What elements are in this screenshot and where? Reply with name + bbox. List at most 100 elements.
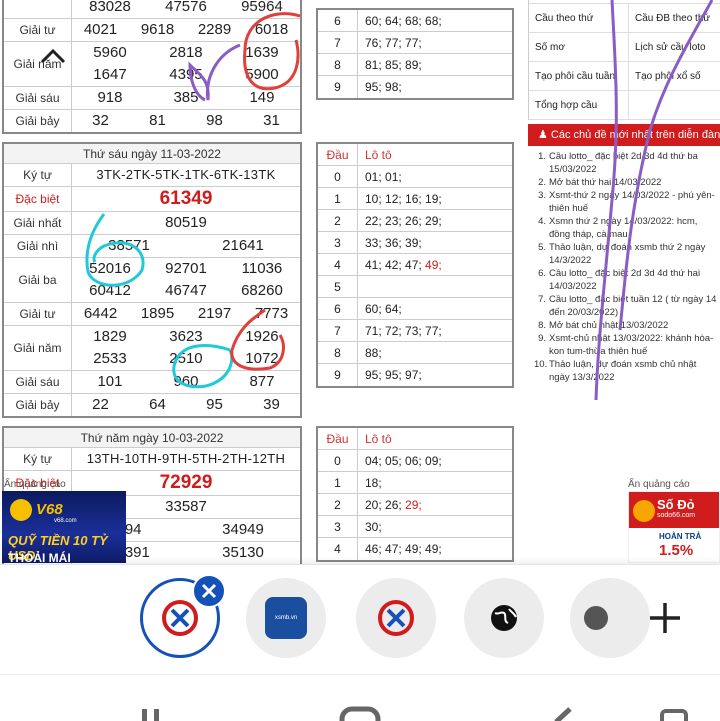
prize-number: 47576 — [165, 0, 207, 15]
link-cau-theo-thu[interactable]: Cầu theo thứ — [529, 13, 628, 24]
table-row: 4 41; 42; 47; 49; — [318, 254, 512, 276]
back-icon[interactable] — [554, 707, 572, 721]
prize-number: 32 — [92, 112, 109, 129]
link-lich-su-cau-loto[interactable]: Lịch sử cầu loto — [628, 33, 720, 61]
list-item[interactable]: 3. Xsmt-thứ 2 ngày 14/03/2022 - phú yên-t… — [534, 189, 720, 215]
prize-number: 960 — [173, 373, 199, 390]
prize-number: 22 — [92, 396, 109, 413]
link-tao-phoi-xo-so[interactable]: Tạo phôi xổ số — [628, 62, 720, 90]
forum-latest-topics: ♟ Các chủ đề mới nhất trên diễn đàn 1. Cầ… — [528, 124, 720, 384]
prize-number: 11036 — [241, 260, 283, 277]
hide-ad-link-right[interactable]: Ẩn quảng cáo — [628, 479, 690, 490]
ad-banner-left[interactable]: V68 v68.com QUỸ TIỀN 10 TỶ USD THOẢI MÁI — [2, 491, 126, 563]
prize-number: 9618 — [140, 21, 175, 38]
tab-5[interactable] — [570, 578, 650, 658]
list-item[interactable]: 1. Cầu lotto_ đặc biệt 2d 3d 4d thứ ba 15… — [534, 150, 720, 176]
tab-3[interactable] — [356, 578, 436, 658]
prize-number: 34949 — [222, 521, 264, 538]
link-cau-db-theo-thu[interactable]: Cầu ĐB theo thứ — [628, 4, 720, 32]
close-tab-button[interactable] — [192, 574, 226, 608]
list-item[interactable]: 7. Cầu lotto_ đặc biệt tuần 12 ( từ ngày … — [534, 293, 720, 319]
table-row: 2 20; 26; 29; — [318, 494, 512, 516]
list-item[interactable]: 10. Thảo luận, dự đoán xsmb chủ nhật ngày… — [534, 358, 720, 384]
table-row: 1 10; 12; 16; 19; — [318, 188, 512, 210]
coin-logo-icon — [10, 499, 32, 521]
prize-number: 95 — [206, 396, 223, 413]
list-item[interactable]: 2. Mở bát thứ hai 14/03/2022 — [534, 176, 720, 189]
list-item[interactable]: 6. Cầu lotto_ đặc biệt 2d 3d 4d thứ hai 1… — [534, 267, 720, 293]
table-caption: Thứ năm ngày 10-03-2022 — [4, 428, 300, 448]
link-tao-phoi-cau-tuan[interactable]: Tạo phôi cầu tuần — [529, 71, 628, 82]
prize-label: Giải bảy — [4, 394, 72, 416]
hide-ad-link-left[interactable]: Ẩn quảng cáo — [4, 479, 66, 490]
table-row: 8 88; — [318, 342, 512, 364]
prize-number: 21641 — [222, 237, 264, 254]
brand-logo-icon — [633, 500, 655, 522]
loto-header: Đầu Lô tô — [318, 428, 512, 450]
prize-number: 92701 — [165, 260, 207, 277]
table-row: 9 95; 98; — [318, 76, 512, 98]
home-icon[interactable] — [339, 706, 381, 721]
special-prize-number: 61349 — [159, 188, 213, 209]
prize-label: Giải nhất — [4, 212, 72, 234]
link-tong-hop-cau[interactable]: Tổng hợp cầu — [529, 100, 628, 111]
list-item[interactable]: 9. Xsmt-chủ nhật 13/03/2022: khánh hòa-ko… — [534, 332, 720, 358]
prize-number: 52016 — [89, 260, 131, 277]
table-row: 6 60; 64; — [318, 298, 512, 320]
prize-number: 39 — [263, 396, 280, 413]
tab-2[interactable]: xsmb.vn — [246, 578, 326, 658]
topic-list: 1. Cầu lotto_ đặc biệt 2d 3d 4d thứ ba 15… — [528, 146, 720, 384]
loto-table-previous: 6 60; 64; 68; 68; 7 76; 77; 77; 8 81; 85; 8… — [316, 8, 514, 100]
prize-number: 6442 — [83, 305, 118, 322]
prize-label: Giải ba — [4, 258, 72, 302]
prize-number: 5960 — [93, 44, 127, 61]
prize-number: 5900 — [245, 66, 279, 83]
prize-number: 1829 — [93, 328, 127, 345]
list-item[interactable]: 5. Thảo luận, dự đoán xsmb thứ 2 ngày 14/… — [534, 241, 720, 267]
ky-tu-code: 3TK-2TK-5TK-1TK-6TK-13TK — [96, 167, 276, 182]
prize-label: Ký tự — [4, 164, 72, 186]
prize-number: 385 — [173, 89, 199, 106]
table-row: 7 76; 77; 77; — [318, 32, 512, 54]
loto-header: Đầu Lô tô — [318, 144, 512, 166]
prize-number: 81 — [149, 112, 166, 129]
prize-label: Giải sáu — [4, 371, 72, 393]
prize-number: 46747 — [165, 282, 207, 299]
browser-viewport: 83028 47576 95964 Giải tư 4021 9618 2289… — [0, 0, 720, 721]
prize-number: 98 — [206, 112, 223, 129]
chevron-up-icon[interactable] — [38, 42, 68, 72]
tab-4[interactable] — [464, 578, 544, 658]
prize-number: 31 — [263, 112, 280, 129]
table-row: 9 95; 95; 97; — [318, 364, 512, 386]
prize-number: 7773 — [254, 305, 289, 322]
quick-links: Cầu theo thứ Cầu ĐB theo thứ Số mơ Lịch sử… — [528, 0, 720, 120]
prize-number: 6018 — [254, 21, 289, 38]
prize-number: 3623 — [169, 328, 203, 345]
notification-icon — [660, 709, 688, 721]
link-so-mo[interactable]: Số mơ — [529, 42, 628, 53]
prize-number: 35130 — [222, 544, 264, 561]
prize-label: Ký tự — [4, 448, 72, 470]
list-item[interactable]: 8. Mở bát chủ nhật 13/03/2022 — [534, 319, 720, 332]
prize-number: 1647 — [93, 66, 127, 83]
new-tab-plus-icon[interactable] — [647, 600, 683, 636]
prize-number: 1072 — [245, 350, 279, 367]
prize-number: 68260 — [241, 282, 283, 299]
prize-label: Giải sáu — [4, 87, 72, 109]
table-row: Giải sáu 918 385 149 — [4, 87, 300, 110]
prize-label: Giải tư — [4, 19, 72, 41]
prize-number: 4021 — [83, 21, 118, 38]
prize-number: 80519 — [165, 214, 207, 231]
prize-number: 95964 — [241, 0, 283, 15]
table-row: 3 30; — [318, 516, 512, 538]
ad-banner-right[interactable]: Số Đỏ sodo66.com HOÀN TRẢ 1.5% — [628, 491, 720, 563]
site-logo-icon: xsmb.vn — [265, 597, 307, 639]
prize-number: 64 — [149, 396, 166, 413]
recent-apps-icon[interactable] — [142, 709, 159, 721]
prize-number: 38571 — [108, 237, 150, 254]
table-row: Giải bảy 32 81 98 31 — [4, 110, 300, 132]
list-item[interactable]: 4. Xsmn thứ 2 ngày 14/03/2022: hcm, đồng … — [534, 215, 720, 241]
prize-number: 83028 — [89, 0, 131, 15]
prize-number: 101 — [97, 373, 123, 390]
prize-number: 1639 — [245, 44, 279, 61]
